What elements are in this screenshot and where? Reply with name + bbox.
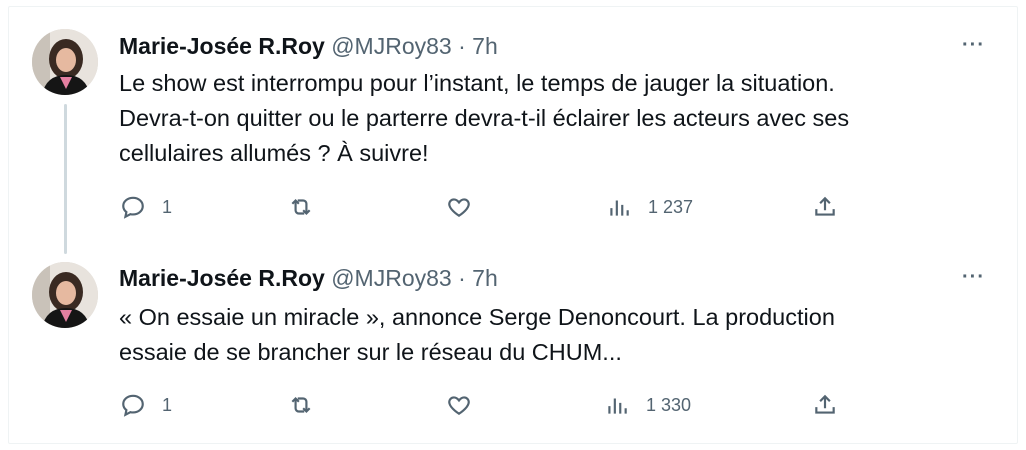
avatar[interactable] bbox=[32, 262, 98, 328]
timestamp[interactable]: 7h bbox=[472, 265, 498, 291]
separator: · bbox=[458, 33, 466, 59]
share-icon bbox=[815, 394, 835, 414]
action-bar: 1 1 237 bbox=[120, 194, 880, 224]
tweet-text-line: cellulaires allumés ? À suivre! bbox=[119, 140, 429, 166]
tweet-text-line: « On essaie un miracle », annonce Serge … bbox=[119, 304, 835, 330]
share-button[interactable] bbox=[812, 392, 838, 418]
more-icon[interactable]: ··· bbox=[962, 34, 985, 57]
views-count: 1 237 bbox=[648, 196, 694, 217]
tweet-header: Marie-Josée R.Roy @MJRoy83 · 7h bbox=[119, 33, 498, 60]
views-button[interactable]: 1 237 bbox=[606, 194, 693, 220]
views-count: 1 330 bbox=[646, 394, 692, 415]
reply-count: 1 bbox=[162, 394, 173, 415]
like-button[interactable] bbox=[446, 194, 472, 220]
views-button[interactable]: 1 330 bbox=[604, 392, 691, 418]
action-bar: 1 1 330 bbox=[120, 392, 880, 422]
tweet-text-line: Le show est interrompu pour l’instant, l… bbox=[119, 70, 835, 96]
reply-button[interactable]: 1 bbox=[120, 194, 172, 220]
tweet-text-line: essaie de se brancher sur le réseau du C… bbox=[119, 339, 622, 365]
tweet-text: Le show est interrompu pour l’instant, l… bbox=[119, 66, 999, 171]
retweet-icon bbox=[291, 396, 311, 414]
author-name[interactable]: Marie-Josée R.Roy bbox=[119, 265, 325, 291]
reply-button[interactable]: 1 bbox=[120, 392, 172, 418]
share-button[interactable] bbox=[812, 194, 838, 220]
heart-icon bbox=[448, 396, 470, 415]
like-button[interactable] bbox=[446, 392, 472, 418]
tweet-text: « On essaie un miracle », annonce Serge … bbox=[119, 300, 999, 370]
reply-icon bbox=[122, 394, 144, 417]
timestamp[interactable]: 7h bbox=[472, 33, 498, 59]
views-icon bbox=[608, 398, 627, 414]
heart-icon bbox=[448, 198, 470, 217]
tweet-text-line: Devra-t-on quitter ou le parterre devra-… bbox=[119, 105, 850, 131]
retweet-button[interactable] bbox=[288, 392, 314, 418]
author-name[interactable]: Marie-Josée R.Roy bbox=[119, 33, 325, 59]
reply-count: 1 bbox=[162, 196, 173, 217]
more-icon[interactable]: ··· bbox=[962, 266, 985, 289]
tweet-header: Marie-Josée R.Roy @MJRoy83 · 7h bbox=[119, 265, 498, 292]
author-handle[interactable]: @MJRoy83 bbox=[331, 265, 452, 291]
separator: · bbox=[458, 265, 466, 291]
retweet-icon bbox=[291, 198, 311, 216]
author-handle[interactable]: @MJRoy83 bbox=[331, 33, 452, 59]
avatar[interactable] bbox=[32, 29, 98, 95]
avatar-photo bbox=[32, 262, 98, 328]
share-icon bbox=[815, 196, 835, 216]
reply-icon bbox=[122, 196, 144, 219]
retweet-button[interactable] bbox=[288, 194, 314, 220]
avatar-photo bbox=[32, 29, 98, 95]
thread-connector bbox=[64, 104, 67, 254]
views-icon bbox=[610, 200, 629, 216]
